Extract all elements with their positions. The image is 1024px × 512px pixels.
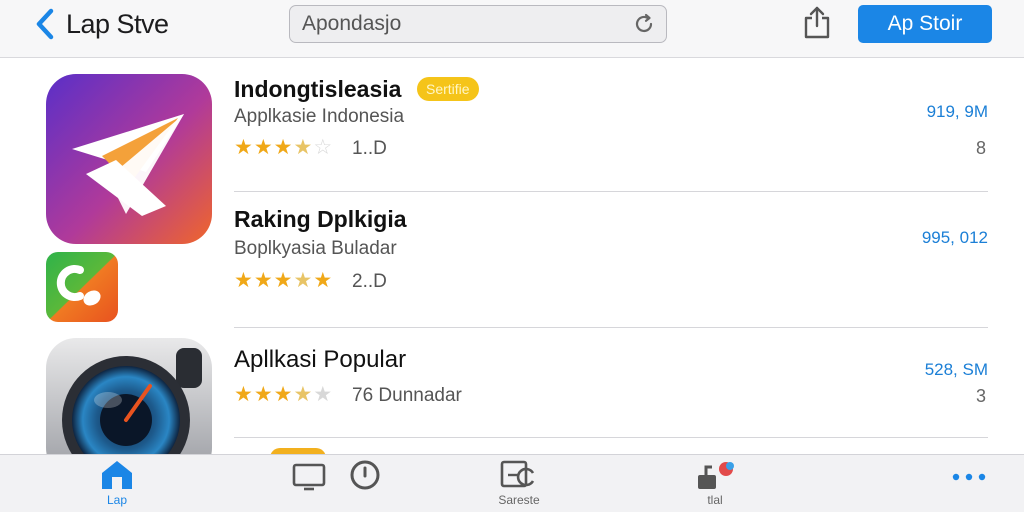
star-icon: ★ — [313, 269, 333, 292]
star-rating: ★ ★ ★ ★ ★ — [234, 384, 332, 406]
star-icon: ★ — [234, 136, 253, 159]
star-icon: ★ — [273, 136, 293, 159]
app-name: Apllkasi Popular — [234, 346, 407, 373]
star-empty-icon: ☆ — [313, 136, 333, 159]
star-half-icon: ★ — [293, 269, 313, 292]
star-rating: ★ ★ ★ ★ ★ — [234, 270, 332, 292]
app-rank: 3 — [975, 386, 986, 406]
rating-count: 76 Dunnadar — [352, 385, 462, 406]
home-icon — [102, 461, 132, 489]
star-icon: ★ — [273, 269, 293, 292]
tab-label: Sareste — [498, 493, 540, 507]
star-half-icon: ★ — [293, 136, 313, 159]
paper-plane-icon[interactable] — [46, 74, 212, 244]
search-input[interactable] — [302, 12, 632, 36]
tab-screen[interactable] — [290, 459, 328, 491]
star-icon: ★ — [273, 383, 293, 406]
certified-badge: Sertifie — [417, 77, 479, 101]
list-item[interactable]: Indongtisleasia Sertifie Applkasie Indon… — [234, 72, 988, 192]
star-half-icon: ★ — [293, 383, 313, 406]
star-icon: ★ — [234, 383, 253, 406]
star-icon: ★ — [253, 136, 273, 159]
app-subtitle: Applkasie Indonesia — [234, 106, 405, 127]
tab-search[interactable]: Sareste — [496, 459, 542, 507]
share-icon[interactable] — [802, 6, 832, 40]
clock-icon — [350, 460, 380, 490]
app-price: 528, SM — [924, 360, 988, 379]
tab-label: tlal — [707, 493, 723, 507]
rating-count: 2..D — [352, 271, 387, 292]
refresh-icon[interactable] — [632, 12, 656, 36]
list-item[interactable]: Apllkasi Popular ★ ★ ★ ★ ★ 76 Dunnadar 5… — [234, 344, 988, 444]
leaf-chat-icon[interactable] — [46, 252, 118, 322]
top-bar: Lap Stve Ap Stoir — [0, 0, 1024, 58]
star-icon: ★ — [253, 383, 273, 406]
star-rating: ★ ★ ★ ★ ☆ — [234, 137, 332, 159]
more-dots-icon — [952, 473, 986, 481]
list-item[interactable]: Raking Dplkigia Boplkyasia Buladar ★ ★ ★… — [234, 204, 988, 324]
person-badge-icon — [698, 462, 734, 489]
tab-home[interactable]: Lap — [98, 459, 136, 507]
divider — [234, 327, 988, 328]
app-list: Indongtisleasia Sertifie Applkasie Indon… — [0, 58, 1024, 458]
divider — [234, 437, 988, 438]
divider — [234, 191, 988, 192]
tab-clock[interactable] — [346, 459, 384, 491]
app-store-button[interactable]: Ap Stoir — [858, 5, 992, 43]
app-name: Raking Dplkigia — [234, 206, 407, 232]
rating-count: 1..D — [352, 138, 387, 159]
search-bar[interactable] — [289, 5, 667, 43]
tab-account[interactable]: tlal — [690, 459, 740, 507]
app-price: 919, 9M — [926, 102, 988, 121]
tab-more[interactable] — [946, 459, 992, 491]
chevron-left-icon — [36, 8, 54, 40]
tab-bar: Lap Sareste tlal — [0, 454, 1024, 512]
screen-icon — [292, 463, 326, 491]
star-empty-icon: ★ — [313, 383, 333, 406]
tab-label: Lap — [106, 493, 128, 507]
app-price: 995, 012 — [921, 228, 988, 247]
app-rank: 8 — [975, 138, 986, 158]
back-label: Lap Stve — [66, 8, 169, 39]
star-icon: ★ — [234, 269, 253, 292]
star-icon: ★ — [253, 269, 273, 292]
apps-refresh-icon — [500, 460, 535, 488]
app-name: Indongtisleasia — [234, 76, 402, 102]
app-subtitle: Boplkyasia Buladar — [234, 238, 397, 259]
back-button[interactable]: Lap Stve — [34, 4, 169, 44]
camera-lens-icon[interactable] — [46, 338, 212, 454]
